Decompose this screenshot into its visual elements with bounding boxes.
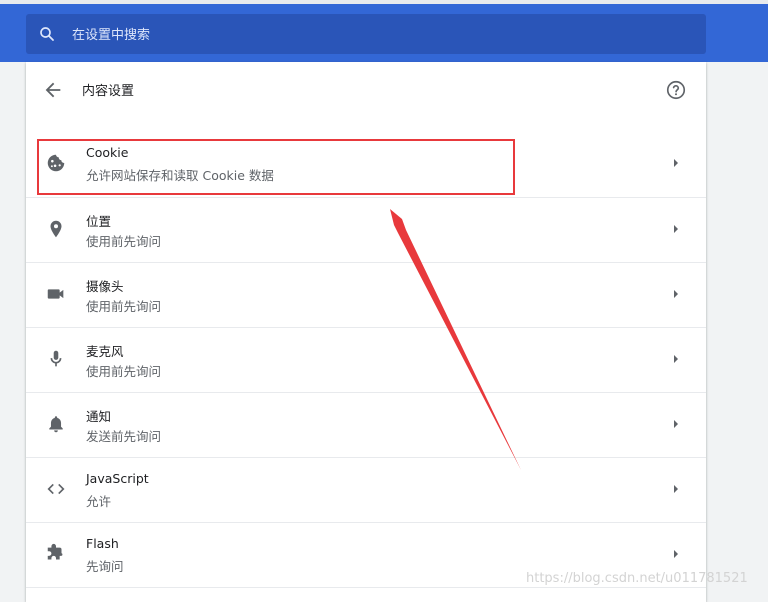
settings-item-location[interactable]: 位置 使用前先询问 <box>26 197 706 261</box>
location-pin-icon <box>50 220 62 238</box>
settings-item-subtitle: 发送前先询问 <box>86 429 162 444</box>
chevron-right-icon <box>674 355 678 363</box>
microphone-icon <box>50 350 62 367</box>
settings-item-subtitle: 允许网站保存和读取 Cookie 数据 <box>86 168 274 183</box>
settings-item-subtitle: 先询问 <box>86 559 124 574</box>
watermark-text: https://blog.csdn.net/u011781521 <box>526 571 748 586</box>
settings-item-partial <box>26 587 706 599</box>
search-box[interactable] <box>26 14 706 54</box>
chevron-right-icon <box>674 420 678 428</box>
chevron-right-icon <box>674 159 678 167</box>
settings-item-title: Cookie <box>86 145 129 160</box>
settings-item-title: 麦克风 <box>86 344 124 359</box>
settings-item-subtitle: 允许 <box>86 494 112 509</box>
settings-toolbar <box>0 4 768 62</box>
settings-item-subtitle: 使用前先询问 <box>86 234 162 249</box>
chevron-right-icon <box>674 290 678 298</box>
settings-item-javascript[interactable]: JavaScript 允许 <box>26 457 706 521</box>
cookie-icon <box>47 154 65 172</box>
card-header: 内容设置 <box>26 62 706 118</box>
bell-icon <box>49 416 63 433</box>
code-icon <box>47 483 65 495</box>
back-arrow-icon[interactable] <box>42 79 64 101</box>
settings-item-notifications[interactable]: 通知 发送前先询问 <box>26 392 706 456</box>
chevron-right-icon <box>674 550 678 558</box>
search-input[interactable] <box>70 22 674 48</box>
settings-item-camera[interactable]: 摄像头 使用前先询问 <box>26 262 706 326</box>
settings-item-title: JavaScript <box>86 471 149 486</box>
settings-item-cookie[interactable]: Cookie 允许网站保存和读取 Cookie 数据 <box>26 132 706 196</box>
settings-item-microphone[interactable]: 麦克风 使用前先询问 <box>26 327 706 391</box>
content-settings-card: 内容设置 Cookie 允许网站保存和读取 Cookie 数据 位置 使用前先询… <box>26 62 706 602</box>
settings-item-subtitle: 使用前先询问 <box>86 364 162 379</box>
camera-icon <box>47 289 64 299</box>
settings-item-subtitle: 使用前先询问 <box>86 299 162 314</box>
puzzle-icon <box>47 543 63 560</box>
chevron-right-icon <box>674 225 678 233</box>
help-icon[interactable] <box>665 79 687 101</box>
search-icon <box>40 27 54 41</box>
settings-item-title: 位置 <box>86 214 112 229</box>
settings-item-title: Flash <box>86 536 119 551</box>
settings-item-title: 摄像头 <box>86 279 124 294</box>
chevron-right-icon <box>674 485 678 493</box>
page-title: 内容设置 <box>82 84 135 99</box>
settings-item-title: 通知 <box>86 409 112 424</box>
